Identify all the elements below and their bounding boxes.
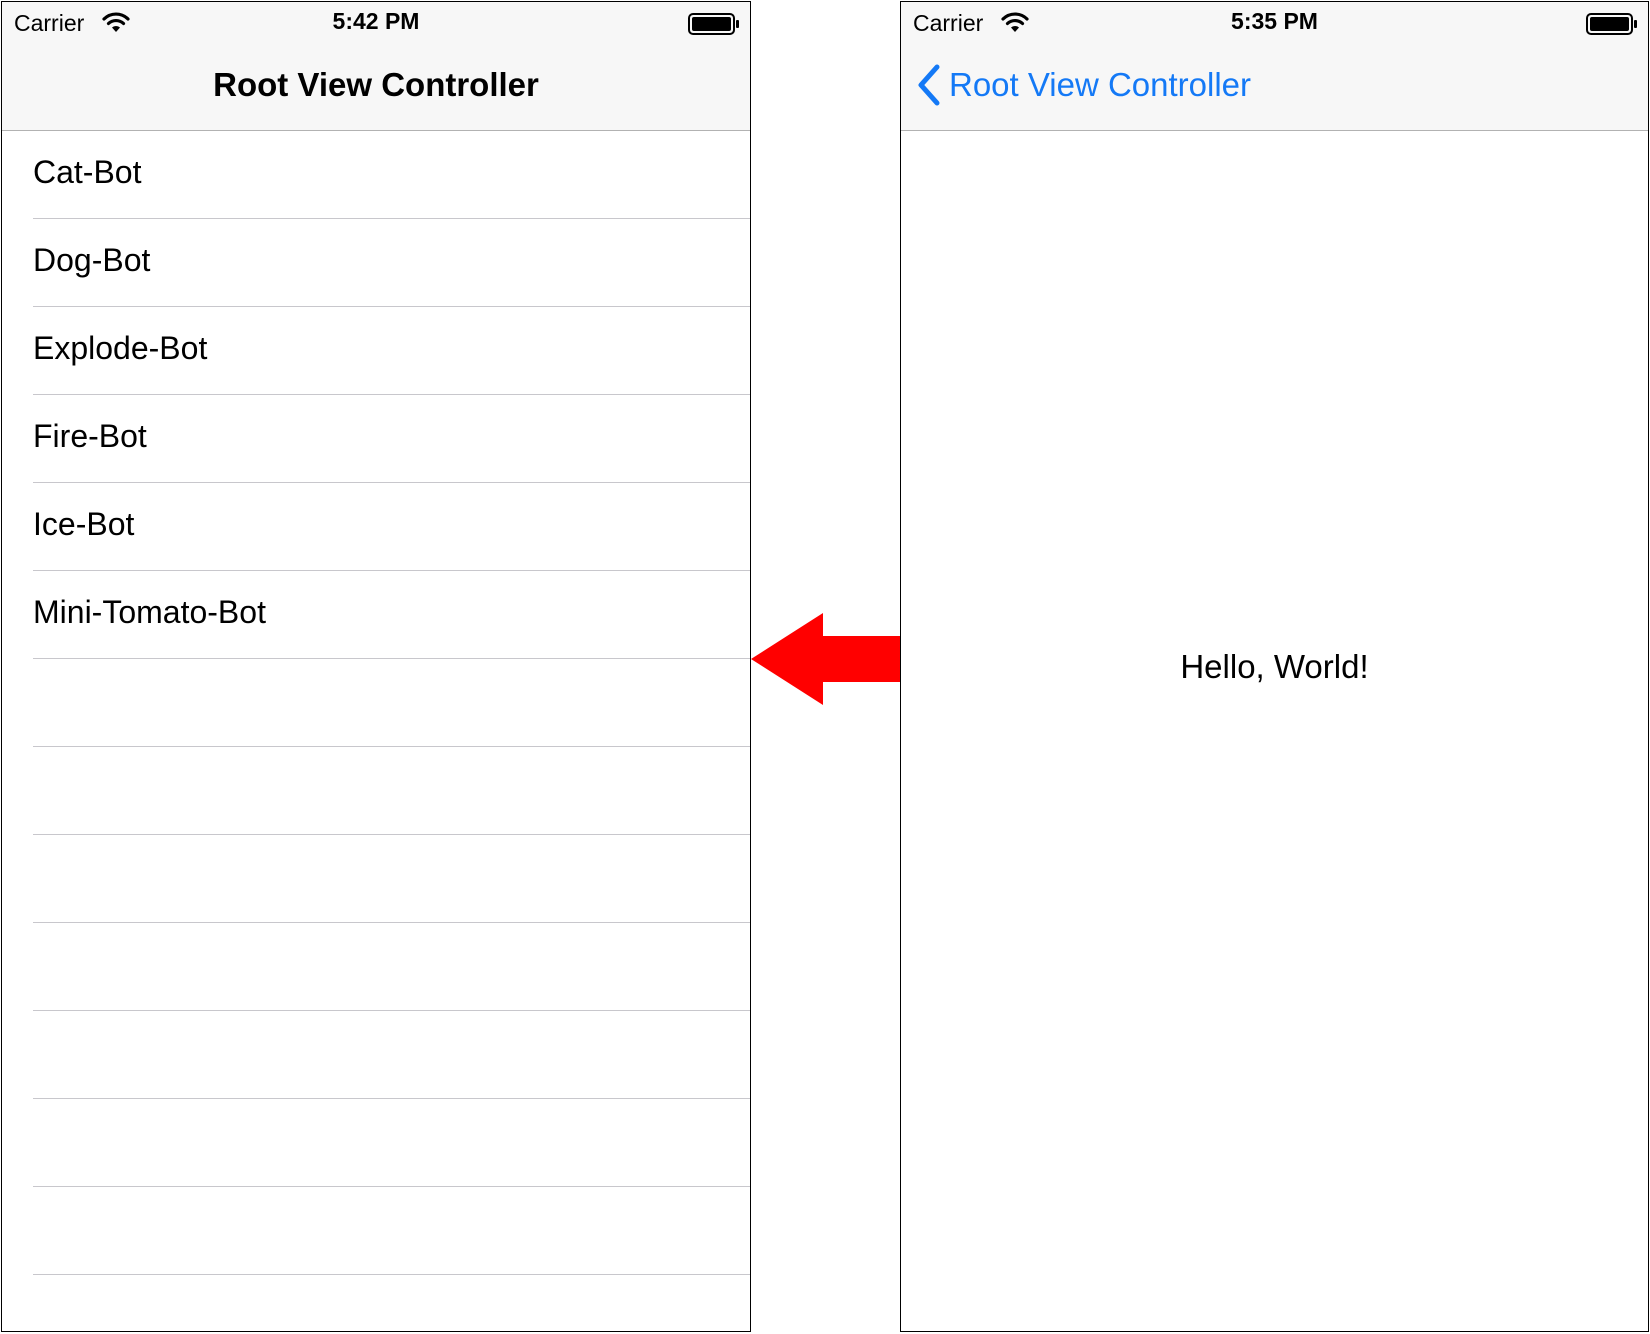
empty-table-row xyxy=(33,1011,750,1099)
detail-view-screen: Carrier 5:35 PM Root View Controller Hel… xyxy=(900,1,1649,1332)
empty-table-row xyxy=(33,835,750,923)
navigation-bar: Root View Controller xyxy=(2,42,750,131)
page-title: Root View Controller xyxy=(213,66,539,103)
table-row[interactable]: Fire-Bot xyxy=(33,395,750,483)
bot-table[interactable]: Cat-Bot Dog-Bot Explode-Bot Fire-Bot Ice… xyxy=(2,131,750,1331)
row-label: Mini-Tomato-Bot xyxy=(33,594,266,630)
empty-table-row xyxy=(33,1275,750,1331)
status-time: 5:35 PM xyxy=(1231,8,1318,34)
row-label: Dog-Bot xyxy=(33,242,151,278)
battery-icon xyxy=(1586,13,1637,35)
table-row[interactable]: Dog-Bot xyxy=(33,219,750,307)
table-row[interactable]: Cat-Bot xyxy=(33,131,750,219)
table-row[interactable]: Explode-Bot xyxy=(33,307,750,395)
status-time: 5:42 PM xyxy=(332,8,420,34)
status-bar: Carrier 5:35 PM xyxy=(901,2,1648,42)
chevron-left-icon xyxy=(918,64,940,106)
empty-table-row xyxy=(33,923,750,1011)
empty-table-row xyxy=(33,1187,750,1275)
navigation-bar: Root View Controller xyxy=(901,42,1648,131)
table-row[interactable]: Mini-Tomato-Bot xyxy=(33,571,750,659)
battery-icon xyxy=(688,13,739,35)
status-bar: Carrier 5:42 PM xyxy=(2,2,750,42)
row-label: Cat-Bot xyxy=(33,154,142,190)
arrow-left-icon xyxy=(751,613,900,705)
root-view-screen: Carrier 5:42 PM Root View Controller Cat… xyxy=(1,1,751,1332)
back-button[interactable]: Root View Controller xyxy=(915,60,1251,110)
row-label: Ice-Bot xyxy=(33,506,135,542)
row-label: Explode-Bot xyxy=(33,330,208,366)
empty-table-row xyxy=(33,1099,750,1187)
empty-table-row xyxy=(33,659,750,747)
table-row[interactable]: Ice-Bot xyxy=(33,483,750,571)
row-label: Fire-Bot xyxy=(33,418,147,454)
back-button-label: Root View Controller xyxy=(949,66,1252,103)
empty-table-row xyxy=(33,747,750,835)
hello-world-label: Hello, World! xyxy=(1180,648,1369,685)
